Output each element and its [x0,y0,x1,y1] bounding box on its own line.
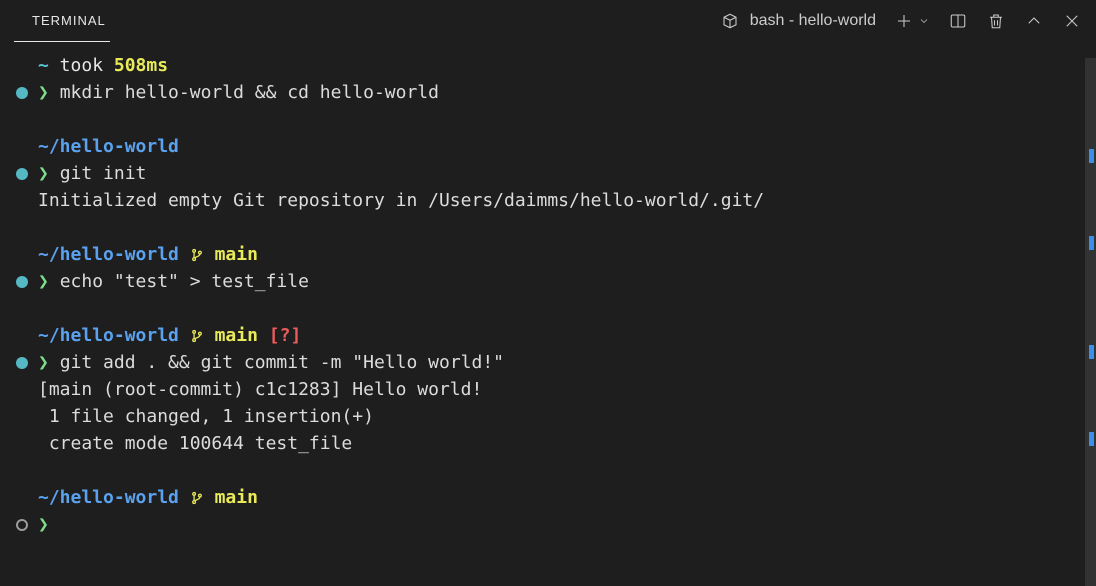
maximize-panel-button[interactable] [1024,11,1044,31]
terminal-title-group[interactable]: bash - hello-world [720,11,876,31]
terminal-line: 1 file changed, 1 insertion(+) [16,403,1080,430]
terminal-line [16,295,1080,322]
prompt-bullet-icon [16,519,28,531]
terminal-line: ❯ git init [16,160,1080,187]
overview-ruler-mark [1089,345,1094,359]
terminal-line: Initialized empty Git repository in /Use… [16,187,1080,214]
terminal-line [16,457,1080,484]
terminal-line: ❯ echo "test" > test_file [16,268,1080,295]
overview-ruler-mark [1089,236,1094,250]
terminal-line: ~/hello-world main [16,241,1080,268]
terminal-line: ~/hello-world main [?] [16,322,1080,349]
panel-tabbar: TERMINAL bash - hello-world [0,0,1096,42]
git-branch-icon [190,242,204,269]
prompt-branch: main [215,241,258,268]
output-text: 1 file changed, 1 insertion(+) [38,403,374,430]
prompt-bullet-slot [16,168,38,180]
command-text: mkdir hello-world && cd hello-world [60,79,439,106]
terminal-line: ❯ git add . && git commit -m "Hello worl… [16,349,1080,376]
terminal-line: ~/hello-world main [16,484,1080,511]
prompt-bullet-slot [16,519,38,531]
command-text: echo "test" > test_file [60,268,309,295]
tab-terminal-label: TERMINAL [32,13,106,28]
new-terminal-button[interactable] [894,11,914,31]
terminal-line: [main (root-commit) c1c1283] Hello world… [16,376,1080,403]
prompt-arrow-icon: ❯ [38,79,60,106]
prompt-branch: main [215,484,258,511]
terminal-line [16,106,1080,133]
tab-terminal[interactable]: TERMINAL [14,0,110,42]
terminal-line [16,214,1080,241]
prompt-arrow-icon: ❯ [38,160,60,187]
output-text: [main (root-commit) c1c1283] Hello world… [38,376,482,403]
terminal-line: ❯ [16,511,1080,538]
prompt-path: ~/hello-world [38,241,179,268]
prompt-bullet-icon [16,357,28,369]
terminal-line: ❯ mkdir hello-world && cd hello-world [16,79,1080,106]
prompt-took-time: 508ms [114,52,168,79]
prompt-arrow-icon: ❯ [38,511,60,538]
prompt-bullet-slot [16,276,38,288]
root: TERMINAL bash - hello-world [0,0,1096,586]
terminal-line: ~ took 508ms [16,52,1080,79]
prompt-branch: main [215,322,258,349]
prompt-bullet-slot [16,87,38,99]
prompt-path: ~/hello-world [38,484,179,511]
git-branch-icon [190,323,204,350]
terminal-actions [894,11,1082,31]
prompt-bullet-icon [16,168,28,180]
command-text: git init [60,160,147,187]
shell-icon [720,11,740,31]
terminal-view[interactable]: ~ took 508ms❯ mkdir hello-world && cd he… [0,42,1096,586]
prompt-path: ~ [38,52,49,79]
prompt-git-status: [?] [269,322,302,349]
kill-terminal-button[interactable] [986,11,1006,31]
split-terminal-button[interactable] [948,11,968,31]
output-text: create mode 100644 test_file [38,430,352,457]
close-panel-button[interactable] [1062,11,1082,31]
prompt-path: ~/hello-world [38,133,179,160]
git-branch-icon [190,485,204,512]
scrollbar[interactable] [1085,58,1096,586]
command-text: git add . && git commit -m "Hello world!… [60,349,504,376]
prompt-bullet-icon [16,276,28,288]
prompt-bullet-slot [16,357,38,369]
prompt-took-label: took [49,52,114,79]
terminal-title: bash - hello-world [750,12,876,30]
new-terminal-dropdown[interactable] [918,11,930,31]
terminal-line: ~/hello-world [16,133,1080,160]
prompt-arrow-icon: ❯ [38,268,60,295]
output-text: Initialized empty Git repository in /Use… [38,187,764,214]
prompt-path: ~/hello-world [38,322,179,349]
prompt-arrow-icon: ❯ [38,349,60,376]
overview-ruler-mark [1089,149,1094,163]
prompt-bullet-icon [16,87,28,99]
overview-ruler-mark [1089,432,1094,446]
terminal-line: create mode 100644 test_file [16,430,1080,457]
